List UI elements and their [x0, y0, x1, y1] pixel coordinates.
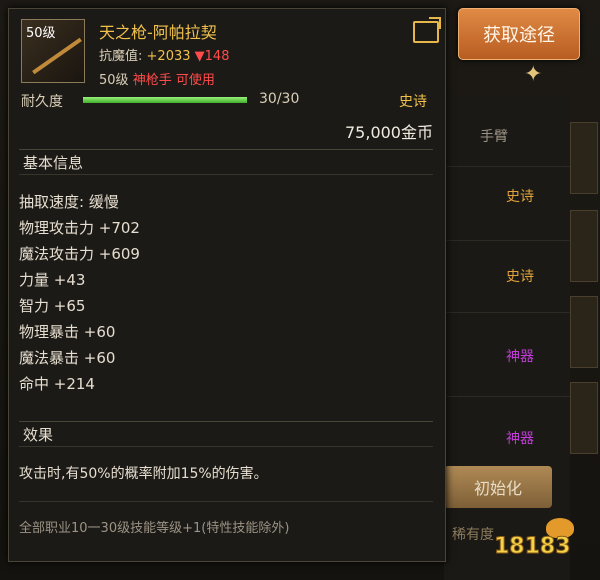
list-divider: [444, 166, 570, 167]
list-divider: [444, 312, 570, 313]
basic-info-header: 基本信息: [19, 149, 433, 175]
share-icon[interactable]: [413, 21, 439, 43]
durability-fill: [83, 97, 247, 103]
item-price: 75,000金币: [345, 123, 433, 142]
durability-label: 耐久度: [21, 94, 63, 110]
effect-header: 效果: [19, 421, 433, 447]
effect-text: 攻击时,有50%的概率附加15%的伤害。: [19, 466, 268, 482]
item-level-badge: 50级: [26, 26, 56, 41]
divider: [19, 501, 433, 502]
initialize-button[interactable]: 初始化: [444, 466, 552, 508]
stat-line: 抽取速度: 缓慢: [19, 193, 119, 211]
spear-icon: [32, 37, 82, 75]
requirement-line: 50级 神枪手 可使用: [99, 69, 215, 88]
list-divider: [444, 396, 570, 397]
rarity-tag-epic: 史诗: [506, 269, 534, 285]
durability-bar: [83, 97, 247, 103]
rarity-tag-artifact: 神器: [506, 431, 534, 447]
requirement-class: 神枪手 可使用: [132, 73, 215, 88]
list-divider: [444, 240, 570, 241]
watermark-text: 18183: [494, 534, 572, 560]
rarity-tag-artifact: 神器: [506, 349, 534, 365]
stat-line: 物理暴击 +60: [19, 323, 116, 341]
item-rarity: 史诗: [399, 94, 427, 110]
stat-line: 魔法暴击 +60: [19, 349, 116, 367]
item-tooltip: 50级 天之枪-阿帕拉契 抗魔值: +2033 ▼148 50级 神枪手 可使用…: [8, 8, 446, 562]
resist-line: 抗魔值: +2033 ▼148: [99, 45, 229, 64]
stat-line: 命中 +214: [19, 375, 95, 393]
equipment-slot[interactable]: [570, 210, 598, 282]
stat-line: 智力 +65: [19, 297, 86, 315]
star-icon: ✦: [524, 62, 543, 87]
resist-label: 抗魔值:: [99, 49, 143, 64]
stat-line: 物理攻击力 +702: [19, 219, 140, 237]
rarity-tag-epic: 史诗: [506, 189, 534, 205]
stat-line: 魔法攻击力 +609: [19, 245, 140, 263]
skill-bonus-text: 全部职业10一30级技能等级+1(特性技能除外): [19, 521, 290, 536]
resist-value: +2033: [146, 49, 191, 64]
resist-delta: ▼148: [194, 49, 230, 64]
rarity-sort-label[interactable]: 稀有度: [452, 524, 494, 544]
requirement-level: 50级: [99, 73, 129, 88]
acquire-route-button[interactable]: 获取途径: [458, 8, 580, 60]
item-icon: 50级: [21, 19, 85, 83]
equipment-slot[interactable]: [570, 382, 598, 454]
item-name: 天之枪-阿帕拉契: [99, 23, 217, 42]
equipment-slot[interactable]: [570, 122, 598, 194]
durability-value: 30/30: [259, 91, 300, 107]
equipment-slot[interactable]: [570, 296, 598, 368]
stat-line: 力量 +43: [19, 271, 86, 289]
site-watermark: 18183: [494, 518, 586, 566]
arm-label: 手臂: [480, 129, 508, 145]
